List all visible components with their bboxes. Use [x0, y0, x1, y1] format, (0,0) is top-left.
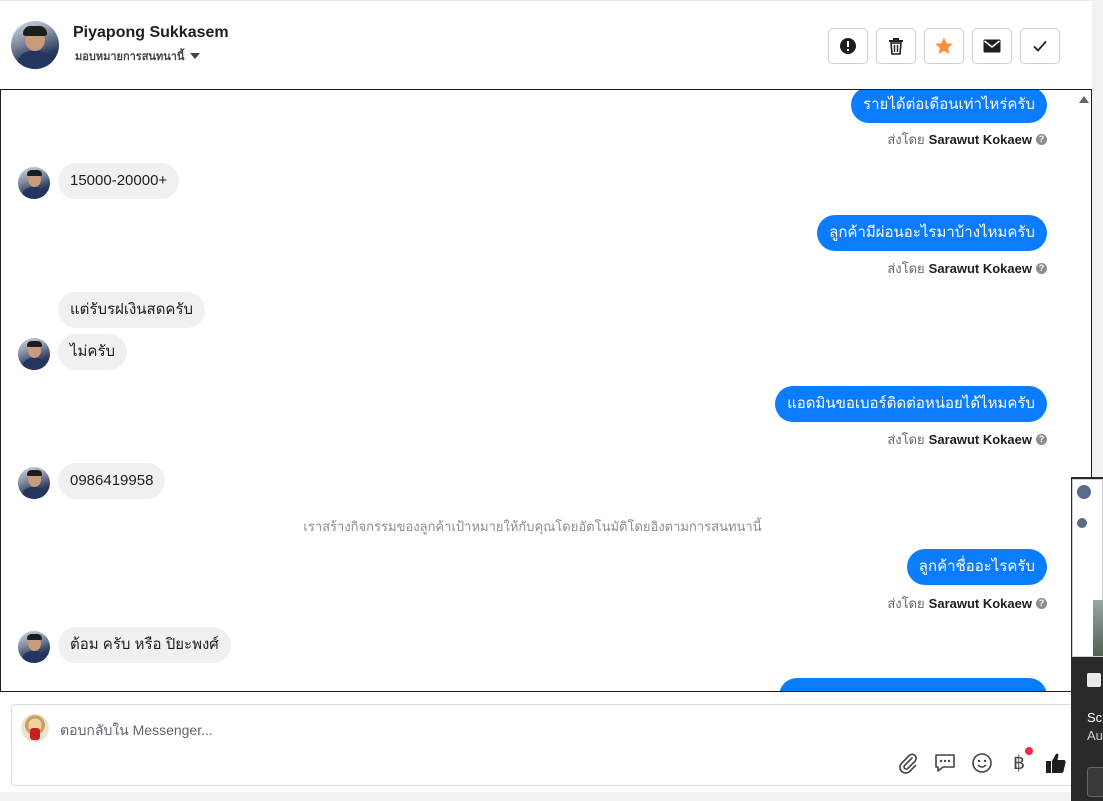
incoming-message: 0986419958	[58, 463, 166, 499]
report-button[interactable]	[828, 28, 868, 64]
composer-actions: ฿	[896, 747, 1068, 775]
contact-avatar[interactable]	[11, 21, 59, 69]
sent-by-prefix: ส่งโดย	[887, 261, 925, 276]
sender-name: Sarawut Kokaew	[928, 596, 1032, 611]
side-notification-panel[interactable]: Sc Au	[1071, 477, 1103, 801]
preview-thumbnail[interactable]	[1072, 479, 1103, 657]
reply-input[interactable]: ตอบกลับใน Messenger...	[60, 720, 213, 742]
outgoing-message: ลูกค้าชื่ออะไรครับ	[906, 549, 1047, 585]
preview-photo	[1093, 600, 1103, 656]
contact-name[interactable]: Piyapong Sukkasem	[73, 24, 229, 42]
sent-by-prefix: ส่งโดย	[887, 596, 925, 611]
notification-dot	[1025, 747, 1033, 755]
page-avatar	[21, 714, 49, 742]
contact-avatar-small	[18, 167, 50, 199]
outgoing-message-partial	[779, 678, 1047, 691]
app-icon	[1087, 673, 1101, 687]
sender-name: Sarawut Kokaew	[928, 132, 1032, 147]
sent-by-prefix: ส่งโดย	[887, 132, 925, 147]
side-panel-button[interactable]	[1087, 767, 1103, 797]
envelope-icon	[983, 39, 1001, 53]
reply-composer: ตอบกลับใน Messenger... ฿	[11, 704, 1081, 786]
conversation-header: Piyapong Sukkasem มอบหมายการสนทนานี้	[0, 0, 1092, 90]
help-icon[interactable]: ?	[1036, 598, 1047, 609]
sender-name: Sarawut Kokaew	[928, 432, 1032, 447]
trash-icon	[889, 38, 903, 55]
mini-avatar	[1077, 518, 1087, 528]
assign-label: มอบหมายการสนทนานี้	[75, 51, 185, 63]
mark-unread-button[interactable]	[972, 28, 1012, 64]
checkmark-icon	[1033, 40, 1047, 52]
outgoing-message: แอดมินขอเบอร์ติดต่อหน่อยได้ไหมครับ	[775, 386, 1047, 422]
baht-payment-icon[interactable]: ฿	[1007, 747, 1033, 775]
assign-conversation-dropdown[interactable]: มอบหมายการสนทนานี้	[75, 47, 201, 65]
emoji-icon[interactable]	[970, 751, 994, 775]
page-bottom-strip	[0, 792, 1071, 801]
incoming-message: 15000-20000+	[58, 163, 180, 199]
conversation-toolbar	[828, 28, 1060, 64]
paperclip-icon[interactable]	[896, 751, 920, 775]
sent-by-label: ส่งโดย Sarawut Kokaew ?	[887, 593, 1047, 614]
incoming-message: ไม่ครับ	[58, 334, 128, 370]
help-icon[interactable]: ?	[1036, 134, 1047, 145]
saved-replies-icon[interactable]	[933, 751, 957, 775]
system-note: เราสร้างกิจกรรมของลูกค้าเป้าหมายให้กับคุ…	[303, 519, 762, 534]
help-icon[interactable]: ?	[1036, 263, 1047, 274]
sent-by-prefix: ส่งโดย	[887, 432, 925, 447]
outgoing-message: รายได้ต่อเดือนเท่าไหร่ครับ	[851, 90, 1047, 123]
outgoing-message: ลูกค้ามีผ่อนอะไรมาบ้างไหมครับ	[817, 215, 1047, 251]
contact-avatar-small	[18, 338, 50, 370]
incoming-message: แต่รับรฝเงินสดครับ	[58, 292, 206, 328]
sent-by-label: ส่งโดย Sarawut Kokaew ?	[887, 258, 1047, 279]
incoming-message: ต้อม ครับ หรือ ปิยะพงศ์	[58, 627, 231, 663]
side-panel-title: Sc	[1087, 710, 1103, 725]
star-button[interactable]	[924, 28, 964, 64]
contact-avatar-small	[18, 467, 50, 499]
caret-down-icon	[190, 53, 201, 59]
page-gutter	[1092, 0, 1103, 477]
done-button[interactable]	[1020, 28, 1060, 64]
side-panel-subtitle: Au	[1087, 728, 1103, 743]
scroll-up-arrow-icon[interactable]	[1079, 96, 1089, 103]
sent-by-label: ส่งโดย Sarawut Kokaew ?	[887, 129, 1047, 150]
sent-by-label: ส่งโดย Sarawut Kokaew ?	[887, 429, 1047, 450]
star-icon	[935, 37, 953, 54]
delete-button[interactable]	[876, 28, 916, 64]
help-icon[interactable]: ?	[1036, 434, 1047, 445]
thumbs-up-icon[interactable]	[1044, 751, 1068, 775]
contact-avatar-small	[18, 631, 50, 663]
message-thread[interactable]: รายได้ต่อเดือนเท่าไหร่ครับ ส่งโดย Sarawu…	[0, 89, 1092, 692]
mini-avatar	[1077, 485, 1091, 499]
sender-name: Sarawut Kokaew	[928, 261, 1032, 276]
exclamation-circle-icon	[840, 38, 856, 54]
